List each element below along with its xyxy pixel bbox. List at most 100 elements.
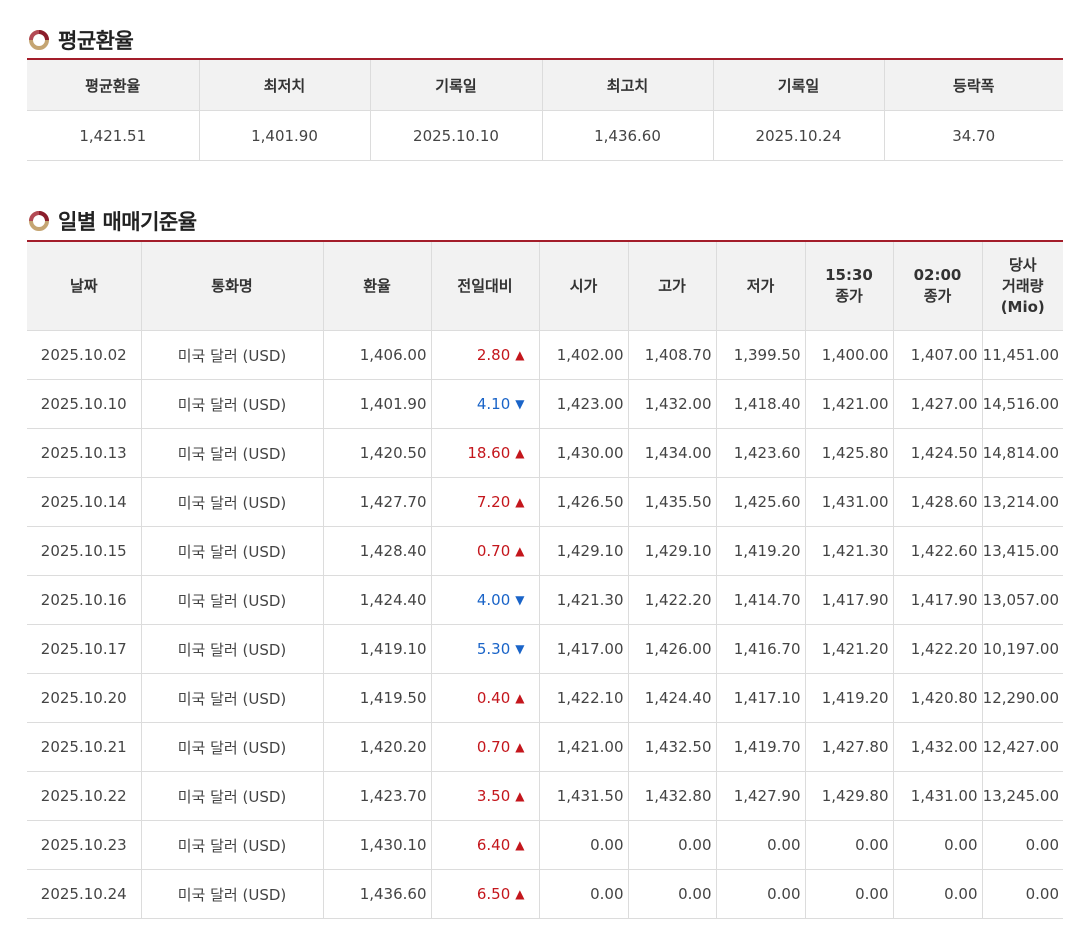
triangle-down-icon: ▼	[515, 593, 525, 607]
cell-rate: 1,436.60	[323, 869, 432, 919]
change-value: 3.50	[476, 787, 511, 805]
cell-date: 2025.10.22	[27, 771, 142, 821]
cell-change: 4.00 ▼	[431, 575, 540, 625]
cell-high: 1,432.80	[628, 771, 717, 821]
cell-low: 1,423.60	[716, 428, 806, 478]
triangle-up-icon: ▲	[515, 789, 525, 803]
cell-currency: 미국 달러 (USD)	[141, 575, 324, 625]
table-row: 2025.10.21 미국 달러 (USD) 1,420.20 0.70 ▲ 1,421.…	[27, 722, 1063, 772]
daily-section-title: 일별 매매기준율	[28, 206, 197, 236]
summary-header-range: 등락폭	[884, 59, 1063, 111]
summary-header-row: 평균환율 최저치 기록일 최고치 기록일 등락폭	[27, 59, 1063, 111]
table-row: 2025.10.14 미국 달러 (USD) 1,427.70 7.20 ▲ 1,426.…	[27, 477, 1063, 527]
cell-rate: 1,430.10	[323, 820, 432, 870]
cell-currency: 미국 달러 (USD)	[141, 869, 324, 919]
cell-rate: 1,423.70	[323, 771, 432, 821]
cell-currency: 미국 달러 (USD)	[141, 526, 324, 576]
cell-open: 1,431.50	[539, 771, 629, 821]
cell-high: 1,408.70	[628, 330, 717, 380]
cell-low: 1,416.70	[716, 624, 806, 674]
summary-value-average: 1,421.51	[27, 110, 200, 161]
cell-open: 1,421.30	[539, 575, 629, 625]
header-close-1530-time: 15:30	[825, 266, 873, 284]
cell-high: 1,435.50	[628, 477, 717, 527]
cell-close-0200: 1,420.80	[893, 673, 983, 723]
header-rate: 환율	[323, 241, 432, 331]
change-value: 6.40	[476, 836, 511, 854]
cell-high: 1,434.00	[628, 428, 717, 478]
cell-currency: 미국 달러 (USD)	[141, 771, 324, 821]
cell-rate: 1,428.40	[323, 526, 432, 576]
cell-open: 1,402.00	[539, 330, 629, 380]
cell-change: 2.80 ▲	[431, 330, 540, 380]
cell-close-0200: 1,432.00	[893, 722, 983, 772]
cell-high: 1,432.00	[628, 379, 717, 429]
summary-header-max: 최고치	[542, 59, 714, 111]
cell-close-0200: 1,422.60	[893, 526, 983, 576]
header-close-0200-label: 종가	[923, 287, 952, 305]
cell-low: 1,417.10	[716, 673, 806, 723]
summary-title: 평균환율	[58, 29, 134, 53]
cell-low: 0.00	[716, 869, 806, 919]
cell-close-1530: 1,417.90	[805, 575, 894, 625]
average-rate-table: 평균환율 최저치 기록일 최고치 기록일 등락폭 1,421.51 1,401.…	[27, 58, 1063, 161]
section-ring-icon	[29, 30, 49, 50]
cell-open: 1,426.50	[539, 477, 629, 527]
summary-header-average: 평균환율	[27, 59, 200, 111]
cell-change: 0.70 ▲	[431, 722, 540, 772]
cell-volume: 10,197.00	[982, 624, 1063, 674]
table-row: 2025.10.13 미국 달러 (USD) 1,420.50 18.60 ▲ 1,430…	[27, 428, 1063, 478]
cell-change: 0.40 ▲	[431, 673, 540, 723]
cell-volume: 12,427.00	[982, 722, 1063, 772]
header-close-1530-label: 종가	[835, 287, 863, 305]
summary-value-max-date: 2025.10.24	[713, 110, 885, 161]
cell-volume: 0.00	[982, 869, 1063, 919]
summary-value-range: 34.70	[884, 110, 1063, 161]
cell-close-1530: 1,431.00	[805, 477, 894, 527]
cell-volume: 14,814.00	[982, 428, 1063, 478]
header-volume-line2: 거래량	[1002, 276, 1044, 295]
cell-open: 1,417.00	[539, 624, 629, 674]
change-value: 18.60	[467, 444, 511, 462]
cell-date: 2025.10.21	[27, 722, 142, 772]
cell-close-0200: 1,427.00	[893, 379, 983, 429]
summary-value-min-date: 2025.10.10	[370, 110, 543, 161]
change-value: 2.80	[476, 346, 511, 364]
section-ring-icon	[29, 211, 49, 231]
cell-close-0200: 0.00	[893, 869, 983, 919]
daily-table-body: 2025.10.02 미국 달러 (USD) 1,406.00 2.80 ▲ 1,402.…	[27, 330, 1063, 919]
cell-rate: 1,427.70	[323, 477, 432, 527]
cell-high: 0.00	[628, 869, 717, 919]
daily-title: 일별 매매기준율	[58, 210, 197, 234]
cell-volume: 13,415.00	[982, 526, 1063, 576]
cell-date: 2025.10.15	[27, 526, 142, 576]
table-row: 2025.10.20 미국 달러 (USD) 1,419.50 0.40 ▲ 1,422.…	[27, 673, 1063, 723]
cell-close-0200: 1,417.90	[893, 575, 983, 625]
triangle-up-icon: ▲	[515, 838, 525, 852]
cell-date: 2025.10.02	[27, 330, 142, 380]
cell-open: 1,430.00	[539, 428, 629, 478]
cell-rate: 1,419.50	[323, 673, 432, 723]
triangle-up-icon: ▲	[515, 740, 525, 754]
cell-close-1530: 1,421.20	[805, 624, 894, 674]
daily-header-row: 날짜 통화명 환율 전일대비 시가 고가 저가 15:30 종가 02:00 종…	[27, 241, 1063, 331]
summary-value-max: 1,436.60	[542, 110, 714, 161]
cell-rate: 1,420.20	[323, 722, 432, 772]
cell-date: 2025.10.14	[27, 477, 142, 527]
cell-currency: 미국 달러 (USD)	[141, 673, 324, 723]
cell-high: 1,426.00	[628, 624, 717, 674]
header-currency: 통화명	[141, 241, 324, 331]
cell-high: 0.00	[628, 820, 717, 870]
table-row: 2025.10.17 미국 달러 (USD) 1,419.10 5.30 ▼ 1,417.…	[27, 624, 1063, 674]
cell-change: 4.10 ▼	[431, 379, 540, 429]
cell-open: 1,421.00	[539, 722, 629, 772]
header-close-1530: 15:30 종가	[805, 241, 894, 331]
change-value: 0.40	[476, 689, 511, 707]
change-value: 6.50	[476, 885, 511, 903]
cell-high: 1,422.20	[628, 575, 717, 625]
header-close-0200: 02:00 종가	[893, 241, 983, 331]
cell-date: 2025.10.17	[27, 624, 142, 674]
summary-section-title: 평균환율	[28, 25, 134, 55]
header-open: 시가	[539, 241, 629, 331]
cell-close-1530: 1,400.00	[805, 330, 894, 380]
